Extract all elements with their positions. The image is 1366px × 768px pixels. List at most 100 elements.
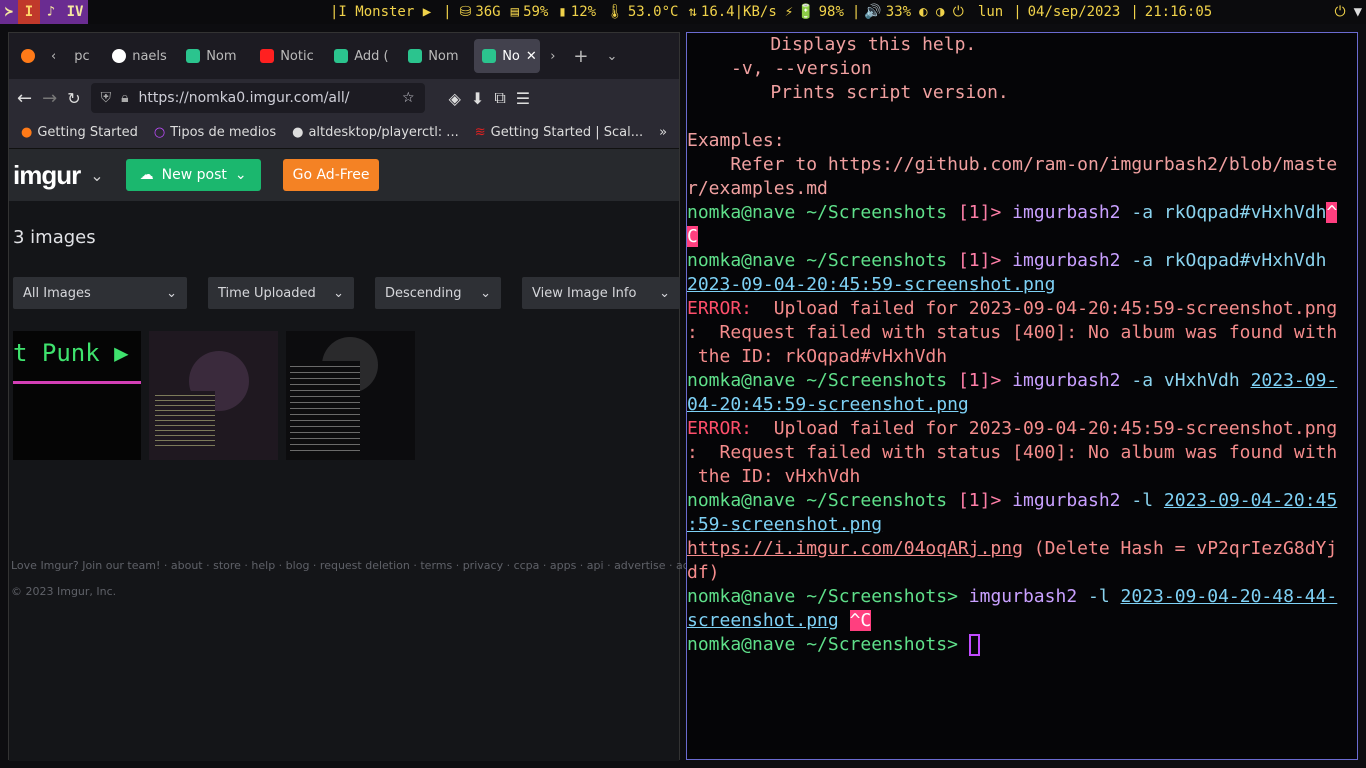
error-text: Upload failed for 2023-09-04-20:45:59-sc… (752, 418, 1338, 439)
terminal-window[interactable]: Displays this help. -v, --version Prints… (686, 32, 1358, 760)
file-path[interactable]: 2023-09-04-20:45:59-screenshot.png (687, 274, 1055, 295)
date: 04/sep/2023 (1027, 4, 1121, 20)
menu-icon[interactable]: ☰ (516, 89, 530, 108)
bookmark-item[interactable]: ○ Tipos de medios (154, 125, 276, 140)
bookmark-item[interactable]: ≋ Getting Started | Scal... (475, 125, 643, 140)
tray-icons: ◐ ◑ ⏻ (919, 4, 964, 20)
terminal-line: -v, --version (731, 58, 872, 79)
image-thumbnail[interactable] (149, 331, 278, 460)
now-playing[interactable]: |I Monster ▶ (330, 4, 431, 20)
tab-app-icon (334, 49, 349, 63)
power-icon[interactable]: ⏻ (1334, 4, 1345, 20)
tab-5[interactable]: Add ( (326, 39, 398, 73)
url-bar[interactable]: ⛨ 🔒︎ https://nomka0.imgur.com/all/ ☆ (90, 83, 425, 113)
day: lun (977, 4, 1004, 20)
temp-value: 53.0°C (627, 4, 679, 20)
mem-value: 59% (523, 4, 549, 20)
filter-label: View Image Info (532, 285, 637, 301)
wifi-icon[interactable]: ▼ (1354, 4, 1362, 20)
list-tabs-icon[interactable]: ⌄ (599, 39, 626, 73)
terminal-line: nomka@nave ~/Screenshots [1]> imgurbash2… (687, 201, 1357, 225)
bookmark-label: Tipos de medios (170, 125, 277, 140)
tab-1[interactable]: pc (66, 39, 102, 73)
mem-icon: ▤ (510, 4, 520, 20)
new-post-button[interactable]: ☁ New post ⌄ (125, 159, 261, 191)
filter-all-images[interactable]: All Images ⌄ (13, 277, 187, 309)
firefox-icon: ● (21, 125, 33, 140)
image-thumbnail[interactable]: t Punk ▶ (13, 331, 141, 460)
forward-icon[interactable]: → (42, 88, 57, 109)
back-icon[interactable]: ← (17, 88, 32, 109)
file-path[interactable]: 04-20:45:59-screenshot.png (687, 394, 969, 415)
file-path[interactable]: 2023-09-04-20-48-44- (1121, 586, 1338, 607)
tab-4[interactable]: Notic (252, 39, 324, 73)
ad-free-button[interactable]: Go Ad-Free (282, 159, 380, 191)
command: imgurbash2 (968, 586, 1078, 607)
file-path[interactable]: screenshot.png (687, 610, 839, 631)
chevron-down-icon[interactable]: ⌄ (90, 166, 103, 185)
tab-3[interactable]: Nom (178, 39, 250, 73)
workspace-3[interactable]: IV (62, 0, 88, 24)
error-label: ERROR: (687, 298, 753, 319)
command: imgurbash2 (1012, 202, 1121, 223)
reload-icon[interactable]: ↻ (67, 89, 80, 108)
file-path[interactable]: :59-screenshot.png (687, 514, 882, 535)
workspace-icon[interactable]: ≻ (0, 0, 18, 24)
volume-value[interactable]: 33% (886, 4, 911, 20)
exit-code: [1]> (957, 250, 1002, 271)
workspace-1[interactable]: I (18, 0, 40, 24)
extensions-icon[interactable]: ⧉ (494, 88, 505, 108)
workspace-2[interactable]: ♪ (40, 0, 62, 24)
new-post-label: New post (161, 167, 227, 183)
close-icon[interactable]: ✕ (526, 49, 537, 64)
terminal-line: screenshot.png ^C (687, 609, 1357, 633)
new-tab-button[interactable]: + (565, 39, 596, 73)
terminal-line: Displays this help. (727, 34, 977, 55)
filter-label: Time Uploaded (218, 285, 316, 301)
tab-scroll-right[interactable]: › (542, 39, 563, 73)
error-text: Upload failed for 2023-09-04-20:45:59-sc… (752, 298, 1338, 319)
terminal-line: the ID: vHxhVdh (687, 466, 861, 487)
terminal-line: nomka@nave ~/Screenshots [1]> imgurbash2… (687, 369, 1357, 393)
image-thumbnail[interactable] (286, 331, 415, 460)
tab-scroll-left[interactable]: ‹ (43, 39, 64, 73)
command: imgurbash2 (1012, 250, 1121, 271)
filter-time-uploaded[interactable]: Time Uploaded ⌄ (208, 277, 354, 309)
file-path[interactable]: 2023-09- (1251, 370, 1338, 391)
bookmark-item[interactable]: ● Getting Started (21, 125, 138, 140)
filter-view-info[interactable]: View Image Info ⌄ (522, 277, 680, 309)
downloads-icon[interactable]: ⬇ (471, 89, 484, 108)
lock-icon[interactable]: 🔒︎ (121, 90, 128, 106)
cpu-icon: ▮ (558, 4, 567, 20)
bookmark-star-icon[interactable]: ☆ (402, 90, 415, 106)
shield-icon[interactable]: ⛨ (101, 90, 112, 106)
imgur-logo[interactable]: imgur (13, 160, 81, 191)
more-bookmarks-icon[interactable]: » (659, 125, 667, 140)
copyright: © 2023 Imgur, Inc. (11, 585, 117, 598)
firefox-window: ‹ pc naels Nom Notic Add ( Nom No ✕ › + ⌄… (8, 32, 735, 761)
uploaded-link[interactable]: https://i.imgur.com/04oqARj.png (687, 538, 1023, 559)
file-path[interactable]: 2023-09-04-20:45 (1164, 490, 1337, 511)
terminal-line: ERROR: Upload failed for 2023-09-04-20:4… (687, 417, 1357, 441)
terminal-line: :59-screenshot.png (687, 513, 1357, 537)
prompt: nomka@nave ~/Screenshots (687, 250, 948, 271)
tab-active[interactable]: No ✕ (474, 39, 541, 73)
exit-code: [1]> (957, 490, 1002, 511)
tab-2[interactable]: naels (104, 39, 176, 73)
upload-icon: ☁ (139, 167, 154, 183)
terminal-line: nomka@nave ~/Screenshots [1]> imgurbash2… (687, 249, 1357, 273)
tab-label: Nom (428, 48, 459, 64)
footer-links[interactable]: Love Imgur? Join our team! · about · sto… (11, 559, 735, 572)
pocket-icon[interactable]: ◈ (449, 89, 461, 108)
firefox-menu-icon[interactable] (15, 39, 41, 73)
bookmark-item[interactable]: ● altdesktop/playerctl: ... (292, 125, 459, 140)
filter-order[interactable]: Descending ⌄ (375, 277, 501, 309)
terminal-line: : Request failed with status [400]: No a… (687, 442, 1338, 463)
args: -l (1088, 586, 1110, 607)
prompt: nomka@nave ~/Screenshots (687, 202, 948, 223)
circle-icon: ○ (153, 125, 166, 140)
terminal-line: C (687, 225, 1357, 249)
terminal-cursor[interactable] (968, 634, 980, 656)
tab-6[interactable]: Nom (400, 39, 472, 73)
terminal-line: Examples: (687, 130, 785, 151)
